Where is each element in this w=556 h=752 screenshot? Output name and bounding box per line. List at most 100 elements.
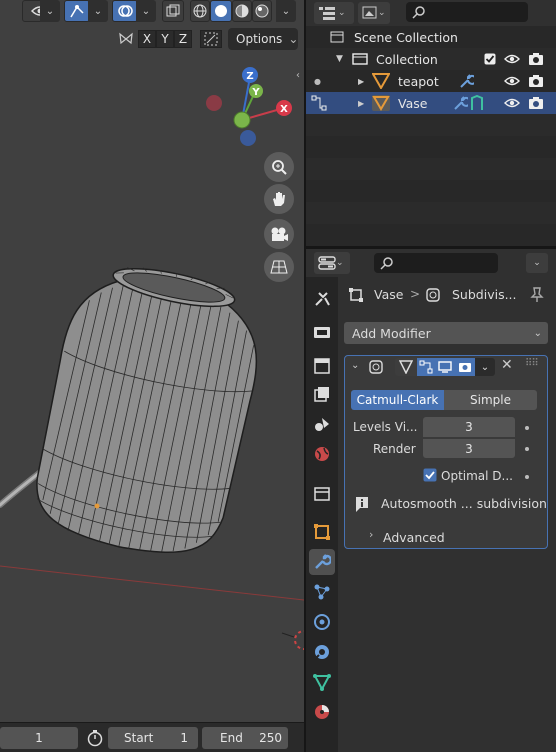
outliner-object-row[interactable]: ● ▶ teapot: [306, 70, 556, 92]
start-frame-field[interactable]: Start 1: [108, 727, 198, 749]
expand-right-icon[interactable]: ›: [369, 528, 373, 541]
pan-button[interactable]: [264, 184, 294, 214]
tab-view-layer[interactable]: [309, 381, 335, 407]
editor-type-button[interactable]: ⌄: [314, 2, 354, 24]
tab-particles[interactable]: [309, 579, 335, 605]
tab-material[interactable]: [309, 699, 335, 725]
breadcrumb-modifier: Subdivis...: [452, 287, 517, 302]
tab-render[interactable]: [309, 319, 335, 345]
eye-icon[interactable]: [504, 53, 520, 65]
render-icon: [314, 327, 330, 338]
overlays-toggle-button[interactable]: [112, 0, 138, 22]
edit-mode-cage-button[interactable]: [395, 358, 417, 376]
chevron-down-icon[interactable]: ⌄: [276, 0, 296, 22]
tab-tool[interactable]: [309, 285, 335, 311]
levels-viewport-field[interactable]: 3: [423, 417, 515, 437]
options-dropdown[interactable]: ⌄: [526, 253, 548, 273]
edit-mode-toggle[interactable]: [417, 358, 435, 376]
viewport-display-toggle[interactable]: [435, 358, 455, 376]
3d-viewport[interactable]: ⌄ ⌄ ⌄ ⌄ X Y Z Options ⌄ ‹ Z Y X: [0, 0, 304, 722]
camera-render-icon[interactable]: [528, 52, 544, 66]
end-frame-field[interactable]: End 250: [202, 727, 288, 749]
modifier-menu-dropdown[interactable]: ⌄: [475, 358, 495, 376]
tab-object-data[interactable]: [309, 669, 335, 695]
scene-collection-row[interactable]: Scene Collection: [306, 26, 556, 48]
mirror-z-button[interactable]: Z: [174, 30, 192, 48]
keyframe-dot-icon[interactable]: [525, 475, 529, 479]
gizmo-neg-x: [206, 95, 222, 111]
collapse-chevron-icon[interactable]: ⌄: [351, 360, 359, 371]
render-levels-value: 3: [465, 441, 473, 456]
collection-icon: [314, 487, 330, 501]
simple-option[interactable]: Simple: [444, 390, 537, 410]
current-frame-field[interactable]: 1: [0, 727, 78, 749]
cage-icon: [399, 360, 413, 374]
outliner-search-input[interactable]: [406, 2, 528, 22]
physics-icon: [314, 614, 330, 630]
chevron-down-icon[interactable]: ⌄: [40, 0, 60, 22]
camera-render-icon[interactable]: [528, 74, 544, 88]
scene-icon: [315, 418, 329, 431]
wrench-icon: [454, 96, 468, 110]
render-toggle[interactable]: [455, 358, 475, 376]
eye-icon[interactable]: [504, 97, 520, 109]
tab-object[interactable]: [309, 519, 335, 545]
levels-viewport-value: 3: [465, 420, 473, 434]
mirror-x-button[interactable]: X: [138, 30, 156, 48]
add-modifier-label: Add Modifier: [352, 325, 431, 341]
advanced-subpanel-label[interactable]: Advanced: [383, 530, 445, 545]
camera-render-icon[interactable]: [528, 96, 544, 110]
keyframe-dot-icon[interactable]: [525, 426, 529, 430]
stopwatch-icon[interactable]: [86, 729, 106, 749]
expand-right-icon[interactable]: ▶: [358, 77, 364, 86]
add-modifier-dropdown[interactable]: Add Modifier ⌄: [344, 322, 548, 344]
perspective-toggle-button[interactable]: [264, 252, 294, 282]
outliner-object-row[interactable]: ▶ Vase: [306, 92, 556, 114]
checkbox-checked-icon[interactable]: [484, 53, 496, 65]
eye-icon[interactable]: [504, 75, 520, 87]
tab-modifiers[interactable]: [309, 549, 335, 575]
expand-right-icon[interactable]: ▶: [358, 99, 364, 108]
camera-icon: [271, 227, 288, 241]
material-sphere-icon: [235, 4, 249, 18]
pin-icon[interactable]: [530, 287, 544, 303]
gizmo-icon: [70, 5, 84, 18]
tab-scene[interactable]: [309, 411, 335, 437]
collection-row[interactable]: ▼ Collection: [306, 48, 556, 70]
editor-type-button[interactable]: ⌄: [314, 252, 350, 274]
keyframe-dot-icon[interactable]: [525, 447, 529, 451]
mirror-y-button[interactable]: Y: [156, 30, 174, 48]
butterfly-icon: [118, 31, 134, 47]
shading-rendered-button[interactable]: [252, 0, 272, 22]
tab-constraints[interactable]: [309, 639, 335, 665]
zoom-button[interactable]: [264, 152, 294, 182]
display-mode-button[interactable]: ⌄: [358, 2, 390, 24]
shading-material-button[interactable]: [232, 0, 252, 22]
properties-search-input[interactable]: [374, 253, 498, 273]
tab-physics[interactable]: [309, 609, 335, 635]
gizmo-toggle-button[interactable]: [64, 0, 90, 22]
outliner-icon: [319, 7, 335, 20]
xray-toggle-button[interactable]: [162, 0, 184, 22]
expand-down-icon[interactable]: ▼: [336, 54, 343, 64]
chevron-down-icon: ⌄: [533, 327, 542, 339]
edit-mode-icon[interactable]: [311, 95, 327, 111]
render-levels-field[interactable]: 3: [423, 438, 515, 458]
tab-output[interactable]: [309, 353, 335, 379]
timeline-bar: 1 Start 1 End 250: [0, 722, 304, 752]
outliner-empty-row: [306, 158, 556, 180]
navigation-gizmo[interactable]: Z Y X: [200, 60, 300, 150]
options-dropdown[interactable]: Options ⌄: [228, 28, 298, 50]
drag-handle-icon[interactable]: ⠿⠿: [525, 358, 539, 369]
camera-view-button[interactable]: [264, 219, 294, 249]
topology-mirror-button[interactable]: [200, 30, 222, 48]
catmull-clark-option[interactable]: Catmull-Clark: [351, 390, 444, 410]
chevron-down-icon[interactable]: ⌄: [136, 0, 156, 22]
tab-collection[interactable]: [309, 481, 335, 507]
chevron-down-icon[interactable]: ⌄: [88, 0, 108, 22]
shading-solid-button[interactable]: [210, 0, 232, 22]
close-icon[interactable]: ✕: [501, 357, 513, 373]
optimal-display-checkbox[interactable]: [423, 468, 437, 482]
shading-wireframe-button[interactable]: [190, 0, 210, 22]
tab-world[interactable]: [309, 441, 335, 467]
